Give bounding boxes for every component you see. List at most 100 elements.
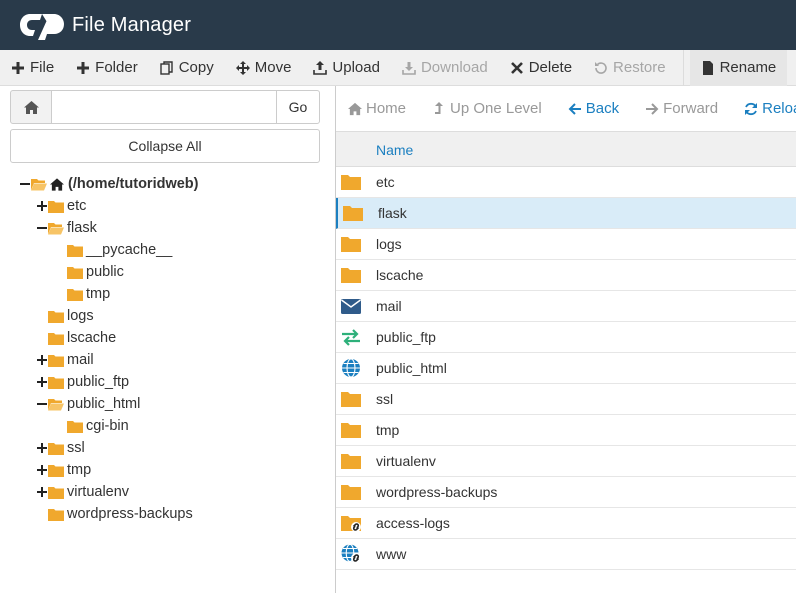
file-name: ssl [376, 391, 394, 407]
tree-item-public-ftp[interactable]: public_ftp [37, 371, 129, 393]
new-folder-button[interactable]: Folder [65, 50, 149, 86]
tree-item-label: lscache [67, 330, 117, 346]
tree-item-mail[interactable]: mail [37, 349, 94, 371]
folder-icon [341, 237, 361, 252]
folder-icon [341, 175, 361, 190]
expand-toggle[interactable] [37, 443, 47, 453]
file-list-header: Name [336, 131, 796, 167]
new-file-button[interactable]: File [0, 50, 65, 86]
cpanel-logo-icon[interactable] [20, 10, 66, 40]
folder-icon [48, 310, 64, 323]
collapse-toggle[interactable] [20, 179, 30, 189]
path-bar: Go [10, 90, 320, 124]
tree-item-label: public [86, 264, 124, 280]
tree-item-label: mail [67, 352, 94, 368]
file-row-mail[interactable]: mail [336, 291, 796, 322]
toggle-spacer [56, 267, 66, 277]
copy-button[interactable]: Copy [149, 50, 225, 86]
download-button[interactable]: Download [391, 50, 499, 86]
file-row-public-ftp[interactable]: public_ftp [336, 322, 796, 353]
toggle-spacer [37, 333, 47, 343]
tree-item-logs[interactable]: logs [37, 305, 94, 327]
restore-label: Restore [613, 59, 666, 76]
expand-toggle[interactable] [37, 355, 47, 365]
toolbar: File Folder Copy Move Upload Download De… [0, 49, 796, 86]
file-row-access-logs[interactable]: access-logs [336, 508, 796, 539]
collapse-toggle[interactable] [37, 399, 47, 409]
folder-icon [48, 332, 64, 345]
file-row-public-html[interactable]: public_html [336, 353, 796, 384]
go-button[interactable]: Go [276, 90, 320, 124]
tree-item-etc[interactable]: etc [37, 195, 86, 217]
delete-label: Delete [528, 59, 573, 76]
file-row-etc[interactable]: etc [336, 167, 796, 198]
upload-button[interactable]: Upload [302, 50, 391, 86]
folder-icon [67, 266, 83, 279]
delete-button[interactable]: Delete [499, 50, 583, 86]
folder-icon [67, 420, 83, 433]
toggle-spacer [37, 509, 47, 519]
back-button[interactable]: Back [568, 100, 619, 117]
tree-item-ssl[interactable]: ssl [37, 437, 85, 459]
plus-icon [37, 377, 47, 387]
restore-button[interactable]: Restore [583, 50, 677, 86]
tree-item-flask[interactable]: flask [37, 217, 97, 239]
path-home-button[interactable] [10, 90, 52, 124]
file-row-wordpress-backups[interactable]: wordpress-backups [336, 477, 796, 508]
restore-icon [595, 61, 607, 74]
name-column-header[interactable]: Name [376, 142, 413, 158]
file-row-lscache[interactable]: lscache [336, 260, 796, 291]
expand-toggle[interactable] [37, 377, 47, 387]
tree-item-label: public_ftp [67, 374, 130, 390]
tree-item-lscache[interactable]: lscache [37, 327, 116, 349]
path-input[interactable] [52, 90, 276, 124]
file-row-ssl[interactable]: ssl [336, 384, 796, 415]
file-row-virtualenv[interactable]: virtualenv [336, 446, 796, 477]
tree-item-label: public_html [67, 396, 141, 412]
tree-item-tmp[interactable]: tmp [56, 283, 110, 305]
plus-icon [37, 355, 47, 365]
home-icon [348, 102, 362, 115]
move-button[interactable]: Move [225, 50, 303, 86]
collapse-all-button[interactable]: Collapse All [10, 129, 320, 163]
tree-item-public[interactable]: public [56, 261, 124, 283]
toggle-spacer [37, 311, 47, 321]
app-title: File Manager [72, 13, 192, 36]
file-row-logs[interactable]: logs [336, 229, 796, 260]
tree-root[interactable]: (/home/tutoridweb) [20, 173, 199, 195]
tree-item-wordpress-backups[interactable]: wordpress-backups [37, 503, 193, 525]
file-name: wordpress-backups [376, 484, 498, 500]
tree-item-label: tmp [67, 462, 92, 478]
up-one-level-label: Up One Level [450, 100, 542, 117]
tree-item-virtualenv[interactable]: virtualenv [37, 481, 129, 503]
arrow-right-icon [646, 102, 659, 115]
home-button[interactable]: Home [348, 100, 406, 117]
file-row-www[interactable]: www [336, 539, 796, 570]
expand-toggle[interactable] [37, 201, 47, 211]
expand-toggle[interactable] [37, 465, 47, 475]
reload-button[interactable]: Reload [744, 100, 796, 117]
expand-toggle[interactable] [37, 487, 47, 497]
toggle-spacer [56, 289, 66, 299]
new-folder-label: Folder [95, 59, 138, 76]
tree-item-cgi-bin[interactable]: cgi-bin [56, 415, 129, 437]
tree-item--pycache-[interactable]: __pycache__ [56, 239, 172, 261]
file-name: flask [378, 205, 407, 221]
tree-item-public-html[interactable]: public_html [37, 393, 140, 415]
toggle-spacer [56, 245, 66, 255]
file-icon [702, 60, 713, 75]
toolbar-divider [682, 49, 684, 86]
up-one-level-button[interactable]: Up One Level [432, 100, 542, 117]
file-row-flask[interactable]: flask [336, 198, 796, 229]
tree-item-tmp[interactable]: tmp [37, 459, 91, 481]
tree-item-label: flask [67, 220, 97, 236]
rename-button[interactable]: Rename [689, 49, 788, 86]
copy-label: Copy [178, 59, 214, 76]
minus-icon [20, 183, 30, 185]
file-row-tmp[interactable]: tmp [336, 415, 796, 446]
home-icon [23, 100, 39, 114]
collapse-toggle[interactable] [37, 223, 47, 233]
forward-button[interactable]: Forward [645, 100, 718, 117]
globe-icon [342, 358, 360, 378]
home-label: Home [366, 100, 407, 117]
